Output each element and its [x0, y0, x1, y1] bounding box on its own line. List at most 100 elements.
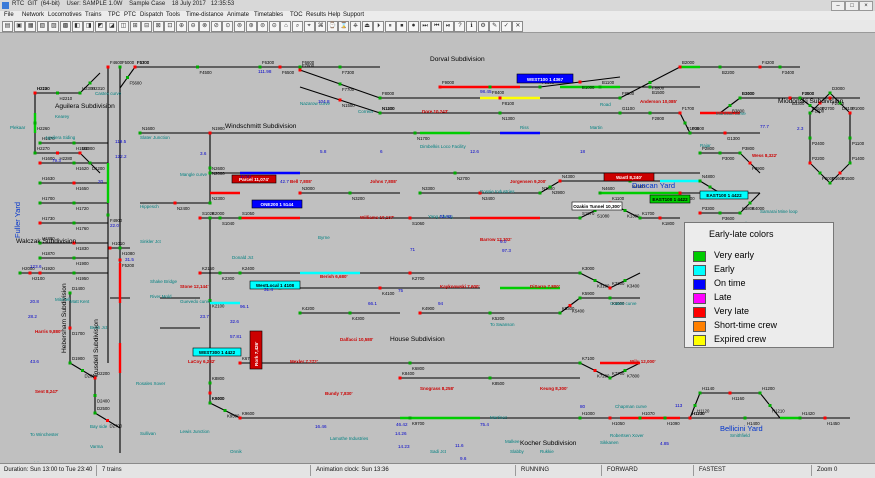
subdivision-title: House Subdivision	[390, 336, 445, 343]
signal-marker	[638, 216, 642, 220]
toolbar-button-icon[interactable]: ◩	[94, 21, 106, 32]
toolbar-button-icon[interactable]: ⊠	[152, 21, 164, 32]
toolbar-button-icon[interactable]: ◨	[83, 21, 95, 32]
toolbar-button-icon[interactable]: ⏏	[361, 21, 373, 32]
toolbar-button-icon[interactable]: ⚙	[477, 21, 489, 32]
toolbar-button-icon[interactable]: ⌂	[280, 21, 292, 32]
distance-label: 20	[98, 179, 104, 184]
signal-marker	[578, 416, 582, 420]
toolbar-button-icon[interactable]: ⊘	[210, 21, 222, 32]
station-label: F5200	[122, 263, 135, 268]
toolbar-button-icon[interactable]: ⊙	[222, 21, 234, 32]
menu-tpc[interactable]: TPC	[108, 12, 120, 18]
signal-marker	[78, 91, 82, 95]
toolbar-button-icon[interactable]: ⏭	[419, 21, 431, 32]
toolbar-button-icon[interactable]: ▨	[48, 21, 60, 32]
signal-marker	[738, 151, 742, 155]
toolbar-button-icon[interactable]: ▦	[25, 21, 37, 32]
toolbar-button-icon[interactable]: ⏸	[384, 21, 396, 32]
toolbar-button-icon[interactable]: ⊖	[187, 21, 199, 32]
station-label: D2700	[110, 424, 123, 429]
station-label: H1080	[122, 251, 135, 256]
signal-marker	[638, 416, 642, 420]
toolbar-button-icon[interactable]: ⊡	[164, 21, 176, 32]
toolbar-button-icon[interactable]: ✎	[489, 21, 501, 32]
toolbar-button-icon[interactable]: ⊟	[141, 21, 153, 32]
minimize-button[interactable]: –	[831, 1, 845, 11]
signal-marker	[568, 304, 572, 307]
distance-label: 122.2	[115, 154, 127, 159]
toolbar-button-icon[interactable]: ▧	[36, 21, 48, 32]
legend-swatch	[693, 293, 706, 304]
signal-marker	[72, 201, 76, 205]
toolbar-button-icon[interactable]: ▤	[2, 21, 13, 32]
signal-marker	[723, 131, 727, 135]
toolbar-button-icon[interactable]: ?	[454, 21, 466, 32]
station-label: K3400	[627, 284, 640, 289]
signal-marker	[838, 171, 842, 175]
signal-marker	[18, 271, 22, 275]
signal-marker	[223, 409, 227, 412]
toolbar-button-icon[interactable]: ⊝	[268, 21, 280, 32]
menu-results[interactable]: Results	[306, 12, 326, 18]
toolbar-button-icon[interactable]: ℹ	[466, 21, 477, 32]
signal-marker	[828, 91, 832, 95]
close-button[interactable]: ×	[859, 1, 873, 11]
menu-locomotives[interactable]: Locomotives	[48, 12, 82, 18]
toolbar-button-icon[interactable]: ✓	[500, 21, 512, 32]
menu-timetables[interactable]: Timetables	[254, 12, 283, 18]
menu-support[interactable]: Support	[343, 12, 364, 18]
menu-tools[interactable]: Tools	[166, 12, 180, 18]
toolbar-button-icon[interactable]: ⊜	[257, 21, 269, 32]
signal-marker	[338, 98, 342, 102]
network-canvas[interactable]: F4600 F4900 F5000 F5200 F5300 F4500 F4700 F5600…	[0, 33, 875, 462]
toolbar-button-icon[interactable]: ⊞	[129, 21, 141, 32]
toolbar-button-icon[interactable]: ⊗	[199, 21, 211, 32]
distance-label: 4.85	[660, 441, 669, 446]
station-label: P3000	[722, 156, 735, 161]
toolbar-button-icon[interactable]: ⌘	[315, 21, 327, 32]
signal-marker	[218, 271, 222, 275]
location-label: Snograss 8,258'	[420, 386, 454, 391]
toolbar-button-icon[interactable]: ⎈	[350, 21, 361, 32]
toolbar-button-icon[interactable]: ⊛	[245, 21, 257, 32]
toolbar-button-icon[interactable]: ◧	[71, 21, 83, 32]
toolbar-button-icon[interactable]: ⏺	[408, 21, 419, 32]
menu-ptc[interactable]: PTC	[124, 12, 136, 18]
menu-network[interactable]: Network	[22, 12, 44, 18]
toolbar-button-icon[interactable]: ⏵	[373, 21, 385, 32]
menu-dispatch[interactable]: Dispatch	[140, 12, 163, 18]
menu-toc[interactable]: TOC	[290, 12, 303, 18]
toolbar-button-icon[interactable]: ◪	[106, 21, 118, 32]
toolbar-button-icon[interactable]: ⌕	[292, 21, 303, 32]
menu-help[interactable]: Help	[328, 12, 340, 18]
toolbar-button-icon[interactable]: ⏹	[396, 21, 408, 32]
station-label: F9000	[442, 80, 455, 85]
toolbar-button-icon[interactable]: ⊕	[176, 21, 187, 32]
station-label: H1010	[112, 241, 125, 246]
menu-time-distance[interactable]: Time-distance	[186, 12, 223, 18]
signal-marker	[218, 216, 222, 220]
toolbar-button-icon[interactable]: ⏯	[442, 21, 454, 32]
location-label: Wilu 12,000'	[630, 359, 656, 364]
toolbar-button-icon[interactable]: ⊚	[234, 21, 245, 32]
menu-animate[interactable]: Animate	[227, 12, 249, 18]
signal-marker	[698, 391, 702, 395]
menu-file[interactable]: File	[4, 12, 14, 18]
toolbar-button-icon[interactable]: ⌖	[303, 21, 315, 32]
toolbar-button-icon[interactable]: ▣	[13, 21, 25, 32]
station-label: K1700	[642, 211, 655, 216]
toolbar-button-icon[interactable]: ◫	[118, 21, 129, 32]
legend-swatch	[693, 307, 706, 318]
maximize-button[interactable]: □	[845, 1, 859, 11]
location-label: Hippesch	[140, 204, 159, 209]
signal-marker	[698, 211, 702, 215]
toolbar-button-icon[interactable]: ⌛	[338, 21, 350, 32]
toolbar-button-icon[interactable]: ✕	[512, 21, 524, 32]
toolbar-button-icon[interactable]: ⌚	[326, 21, 338, 32]
location-label: Rajar	[700, 143, 711, 148]
toolbar-button-icon[interactable]: ⏮	[431, 21, 443, 32]
menu-trains[interactable]: Trains	[85, 12, 101, 18]
toolbar-button-icon[interactable]: ▩	[60, 21, 71, 32]
location-label: Kearey	[55, 114, 70, 119]
